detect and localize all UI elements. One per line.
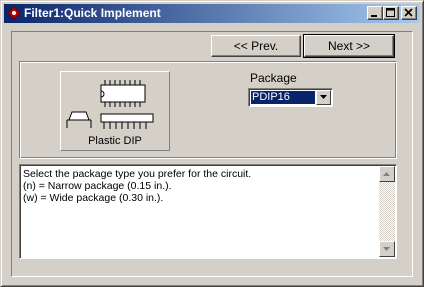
package-select-value: PDIP16 bbox=[250, 90, 316, 105]
description-line: Select the package type you prefer for t… bbox=[23, 168, 252, 180]
next-button[interactable]: Next >> bbox=[303, 34, 395, 58]
scroll-down-button[interactable] bbox=[379, 241, 395, 257]
arrow-down-icon bbox=[383, 247, 390, 251]
description-textarea[interactable]: Select the package type you prefer for t… bbox=[19, 164, 397, 259]
package-picture: Plastic DIP bbox=[60, 71, 170, 151]
package-label: Package bbox=[250, 71, 297, 85]
quick-implement-window: Filter1:Quick Implement << Prev. Next >> bbox=[0, 0, 424, 287]
prev-button-label: << Prev. bbox=[233, 39, 279, 53]
title-bar[interactable]: Filter1:Quick Implement bbox=[4, 4, 420, 23]
description-line: (n) = Narrow package (0.15 in.). bbox=[23, 180, 172, 192]
filter-app-icon bbox=[7, 6, 21, 20]
window-title: Filter1:Quick Implement bbox=[24, 6, 161, 20]
description-text: Select the package type you prefer for t… bbox=[23, 168, 378, 204]
minimize-icon bbox=[371, 15, 377, 17]
close-icon bbox=[404, 8, 413, 17]
arrow-up-icon bbox=[383, 172, 390, 176]
close-button[interactable] bbox=[401, 6, 417, 20]
vertical-scrollbar[interactable] bbox=[379, 166, 395, 257]
next-button-label: Next >> bbox=[327, 39, 371, 53]
maximize-icon bbox=[386, 8, 395, 17]
minimize-button[interactable] bbox=[367, 6, 383, 20]
prev-button[interactable]: << Prev. bbox=[211, 35, 301, 57]
scroll-up-button[interactable] bbox=[379, 166, 395, 182]
package-dropdown-button[interactable] bbox=[316, 90, 331, 105]
description-line: (w) = Wide package (0.30 in.). bbox=[23, 192, 164, 204]
dip-package-icon bbox=[66, 80, 154, 129]
package-picture-caption: Plastic DIP bbox=[88, 135, 142, 147]
package-select[interactable]: PDIP16 bbox=[248, 88, 333, 107]
maximize-button[interactable] bbox=[383, 6, 399, 20]
chevron-down-icon bbox=[320, 95, 327, 99]
